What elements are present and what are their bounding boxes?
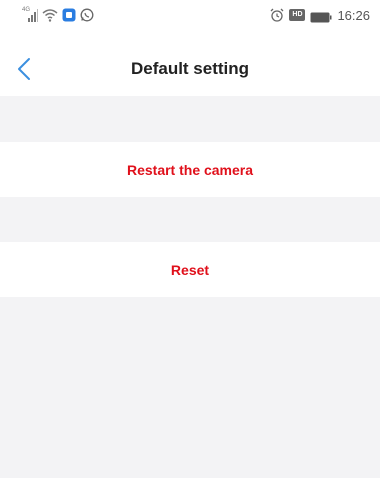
page-title: Default setting <box>130 59 250 78</box>
restart-camera-button[interactable]: Restart the camera <box>0 142 380 197</box>
whatsapp-icon <box>80 8 94 22</box>
status-left-icons: 4G <box>22 7 94 23</box>
reset-label: Reset <box>170 261 210 278</box>
battery-icon <box>310 10 332 22</box>
alarm-icon <box>270 8 284 22</box>
status-right-icons: HD 16:26 <box>270 7 370 23</box>
restart-camera-label: Restart the camera <box>126 161 254 178</box>
empty-content-area <box>0 297 380 478</box>
section-spacer <box>0 96 380 142</box>
reset-button[interactable]: Reset <box>0 242 380 297</box>
app-notification-icon <box>62 8 76 22</box>
navigation-bar: Default setting <box>0 44 380 96</box>
section-spacer <box>0 197 380 242</box>
wifi-icon <box>42 8 58 22</box>
hd-icon: HD <box>289 9 306 21</box>
clock-time: 16:26 <box>337 7 370 23</box>
signal-icon: 4G <box>22 7 38 22</box>
network-type-label: 4G <box>22 7 31 13</box>
status-bar: 4G HD 16:26 <box>0 0 380 30</box>
